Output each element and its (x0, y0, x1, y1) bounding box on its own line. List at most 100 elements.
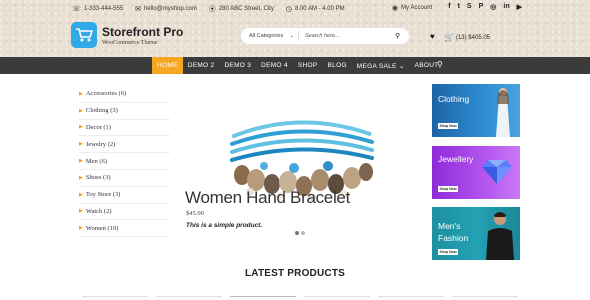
category-item[interactable]: ▶ Clothing (3) (79, 103, 170, 120)
clothing-banner[interactable]: Clothing Shop Now (432, 84, 520, 137)
linkedin-icon[interactable]: in (503, 3, 509, 11)
brand-tagline: WooCommerce Theme (102, 40, 158, 46)
phone-text: 1-333-444-555 (83, 6, 124, 12)
banner-title-line1: Men's (438, 221, 461, 231)
caret-right-icon: ▶ (79, 175, 83, 181)
caret-right-icon: ▶ (79, 159, 83, 165)
shop-now-button[interactable]: Shop Now (438, 123, 458, 129)
category-item[interactable]: ▶ Watch (2) (79, 204, 170, 221)
social-links: f t S P ◎ in ▶ (448, 3, 522, 11)
search-icon[interactable]: ⚲ (395, 32, 409, 40)
email-item[interactable]: ✉ hello@myshop.com (135, 5, 197, 13)
location-pin-icon: ⦿ (208, 6, 216, 13)
site-logo[interactable] (71, 22, 97, 48)
facebook-icon[interactable]: f (448, 3, 450, 11)
phone-icon: ☏ (72, 6, 81, 13)
category-label[interactable]: Decor (1) (86, 124, 111, 131)
caret-right-icon: ▶ (79, 108, 83, 114)
my-account-link[interactable]: ◉ My Account (392, 4, 432, 12)
cart-icon: 🛒 (444, 33, 454, 42)
product-thumbnails-row (0, 296, 590, 300)
slide-title[interactable]: Women Hand Bracelet (185, 188, 350, 208)
category-item[interactable]: ▶ Men (6) (79, 153, 170, 170)
category-label[interactable]: Shoes (3) (86, 174, 111, 181)
nav-shop[interactable]: SHOP (293, 57, 323, 74)
banner-title-line2: Fashion (438, 233, 469, 243)
my-account-label[interactable]: My Account (401, 5, 432, 11)
product-card[interactable] (82, 296, 148, 300)
nav-demo-3[interactable]: DEMO 3 (219, 57, 256, 74)
category-label[interactable]: Jewelry (2) (86, 141, 115, 148)
cart-link[interactable]: 🛒 (13) $405.05 (444, 33, 490, 42)
shopping-cart-icon (76, 28, 93, 42)
brand-name[interactable]: Storefront Pro (102, 25, 183, 39)
category-label[interactable]: Women (10) (86, 225, 119, 232)
youtube-icon[interactable]: ▶ (517, 3, 522, 11)
nav-home[interactable]: HOME (152, 57, 183, 74)
skype-icon[interactable]: S (467, 3, 472, 11)
man-model-image (486, 212, 514, 260)
caret-right-icon: ▶ (79, 209, 83, 215)
chevron-down-icon: ⌄ (289, 33, 294, 39)
product-card[interactable] (156, 296, 222, 300)
search-bar: All Categories ⌄ Search here... ⚲ (241, 28, 409, 44)
mens-fashion-banner[interactable]: Men's Fashion Shop Now (432, 207, 520, 260)
diamond-image (482, 160, 512, 184)
product-card[interactable] (378, 296, 444, 300)
banner-title: Men's Fashion (438, 220, 468, 244)
slider-dots (295, 231, 305, 235)
search-input[interactable]: Search here... (299, 33, 395, 39)
email-text[interactable]: hello@myshop.com (144, 6, 197, 12)
clock-icon: ◷ (285, 6, 292, 13)
pinterest-icon[interactable]: P (479, 3, 484, 11)
caret-right-icon: ▶ (79, 226, 83, 232)
site-header: ☏ 1-333-444-555 ✉ hello@myshop.com ⦿ 280… (0, 0, 590, 57)
nav-search-icon[interactable]: ⚲ (437, 60, 443, 69)
latest-products-heading: LATEST PRODUCTS (244, 268, 346, 279)
nav-blog[interactable]: BLOG (323, 57, 352, 74)
slide-description: This is a simple product. (186, 222, 263, 229)
instagram-icon[interactable]: ◎ (490, 3, 496, 11)
category-select-value: All Categories (249, 33, 284, 39)
nav-demo-4[interactable]: DEMO 4 (256, 57, 293, 74)
category-label[interactable]: Accessories (6) (86, 90, 126, 97)
product-card[interactable] (452, 296, 518, 300)
category-item[interactable]: ▶ Women (10) (79, 220, 170, 238)
woman-model-image (496, 88, 510, 137)
category-item[interactable]: ▶ Jewelry (2) (79, 136, 170, 154)
category-label[interactable]: Watch (2) (86, 208, 112, 215)
caret-right-icon: ▶ (79, 91, 83, 97)
category-label[interactable]: Men (6) (86, 158, 107, 165)
shop-now-button[interactable]: Shop Now (438, 186, 458, 192)
phone-item: ☏ 1-333-444-555 (72, 5, 123, 13)
caret-right-icon: ▶ (79, 125, 83, 131)
product-card[interactable] (230, 296, 296, 300)
caret-right-icon: ▶ (79, 142, 83, 148)
category-sidebar: ▶ Accessories (6) ▶ Clothing (3) ▶ Decor (1… (79, 86, 170, 238)
slider-dot[interactable] (295, 231, 299, 235)
banner-title: Jewellery (438, 154, 474, 164)
cart-summary[interactable]: (13) $405.05 (456, 35, 490, 41)
shop-now-button[interactable]: Shop Now (438, 249, 458, 255)
user-icon: ◉ (392, 5, 399, 12)
product-card[interactable] (304, 296, 370, 300)
category-label[interactable]: Clothing (3) (86, 107, 118, 114)
category-item[interactable]: ▶ Shoes (3) (79, 170, 170, 187)
envelope-icon: ✉ (135, 6, 142, 13)
category-item[interactable]: ▶ Decor (1) (79, 120, 170, 137)
category-label[interactable]: Toy Store (3) (86, 191, 121, 198)
nav-demo-2[interactable]: DEMO 2 (183, 57, 220, 74)
hero-slider: Women Hand Bracelet $45.00 This is a sim… (180, 82, 414, 238)
category-item[interactable]: ▶ Toy Store (3) (79, 187, 170, 204)
slider-dot[interactable] (301, 231, 305, 235)
address-text: 280 ABC Street, City (218, 6, 274, 12)
nav-mega-sale[interactable]: MEGA SALE ⌄ (352, 57, 410, 74)
slide-price: $45.00 (186, 210, 204, 217)
address-item: ⦿ 280 ABC Street, City (209, 4, 274, 14)
jewellery-banner[interactable]: Jewellery Shop Now (432, 146, 520, 199)
category-select[interactable]: All Categories ⌄ (241, 31, 299, 41)
wishlist-heart-icon[interactable]: ♥ (430, 32, 435, 41)
main-nav: HOME DEMO 2 DEMO 3 DEMO 4 SHOP BLOG MEGA… (0, 57, 590, 74)
category-item[interactable]: ▶ Accessories (6) (79, 86, 170, 103)
twitter-icon[interactable]: t (458, 3, 460, 11)
